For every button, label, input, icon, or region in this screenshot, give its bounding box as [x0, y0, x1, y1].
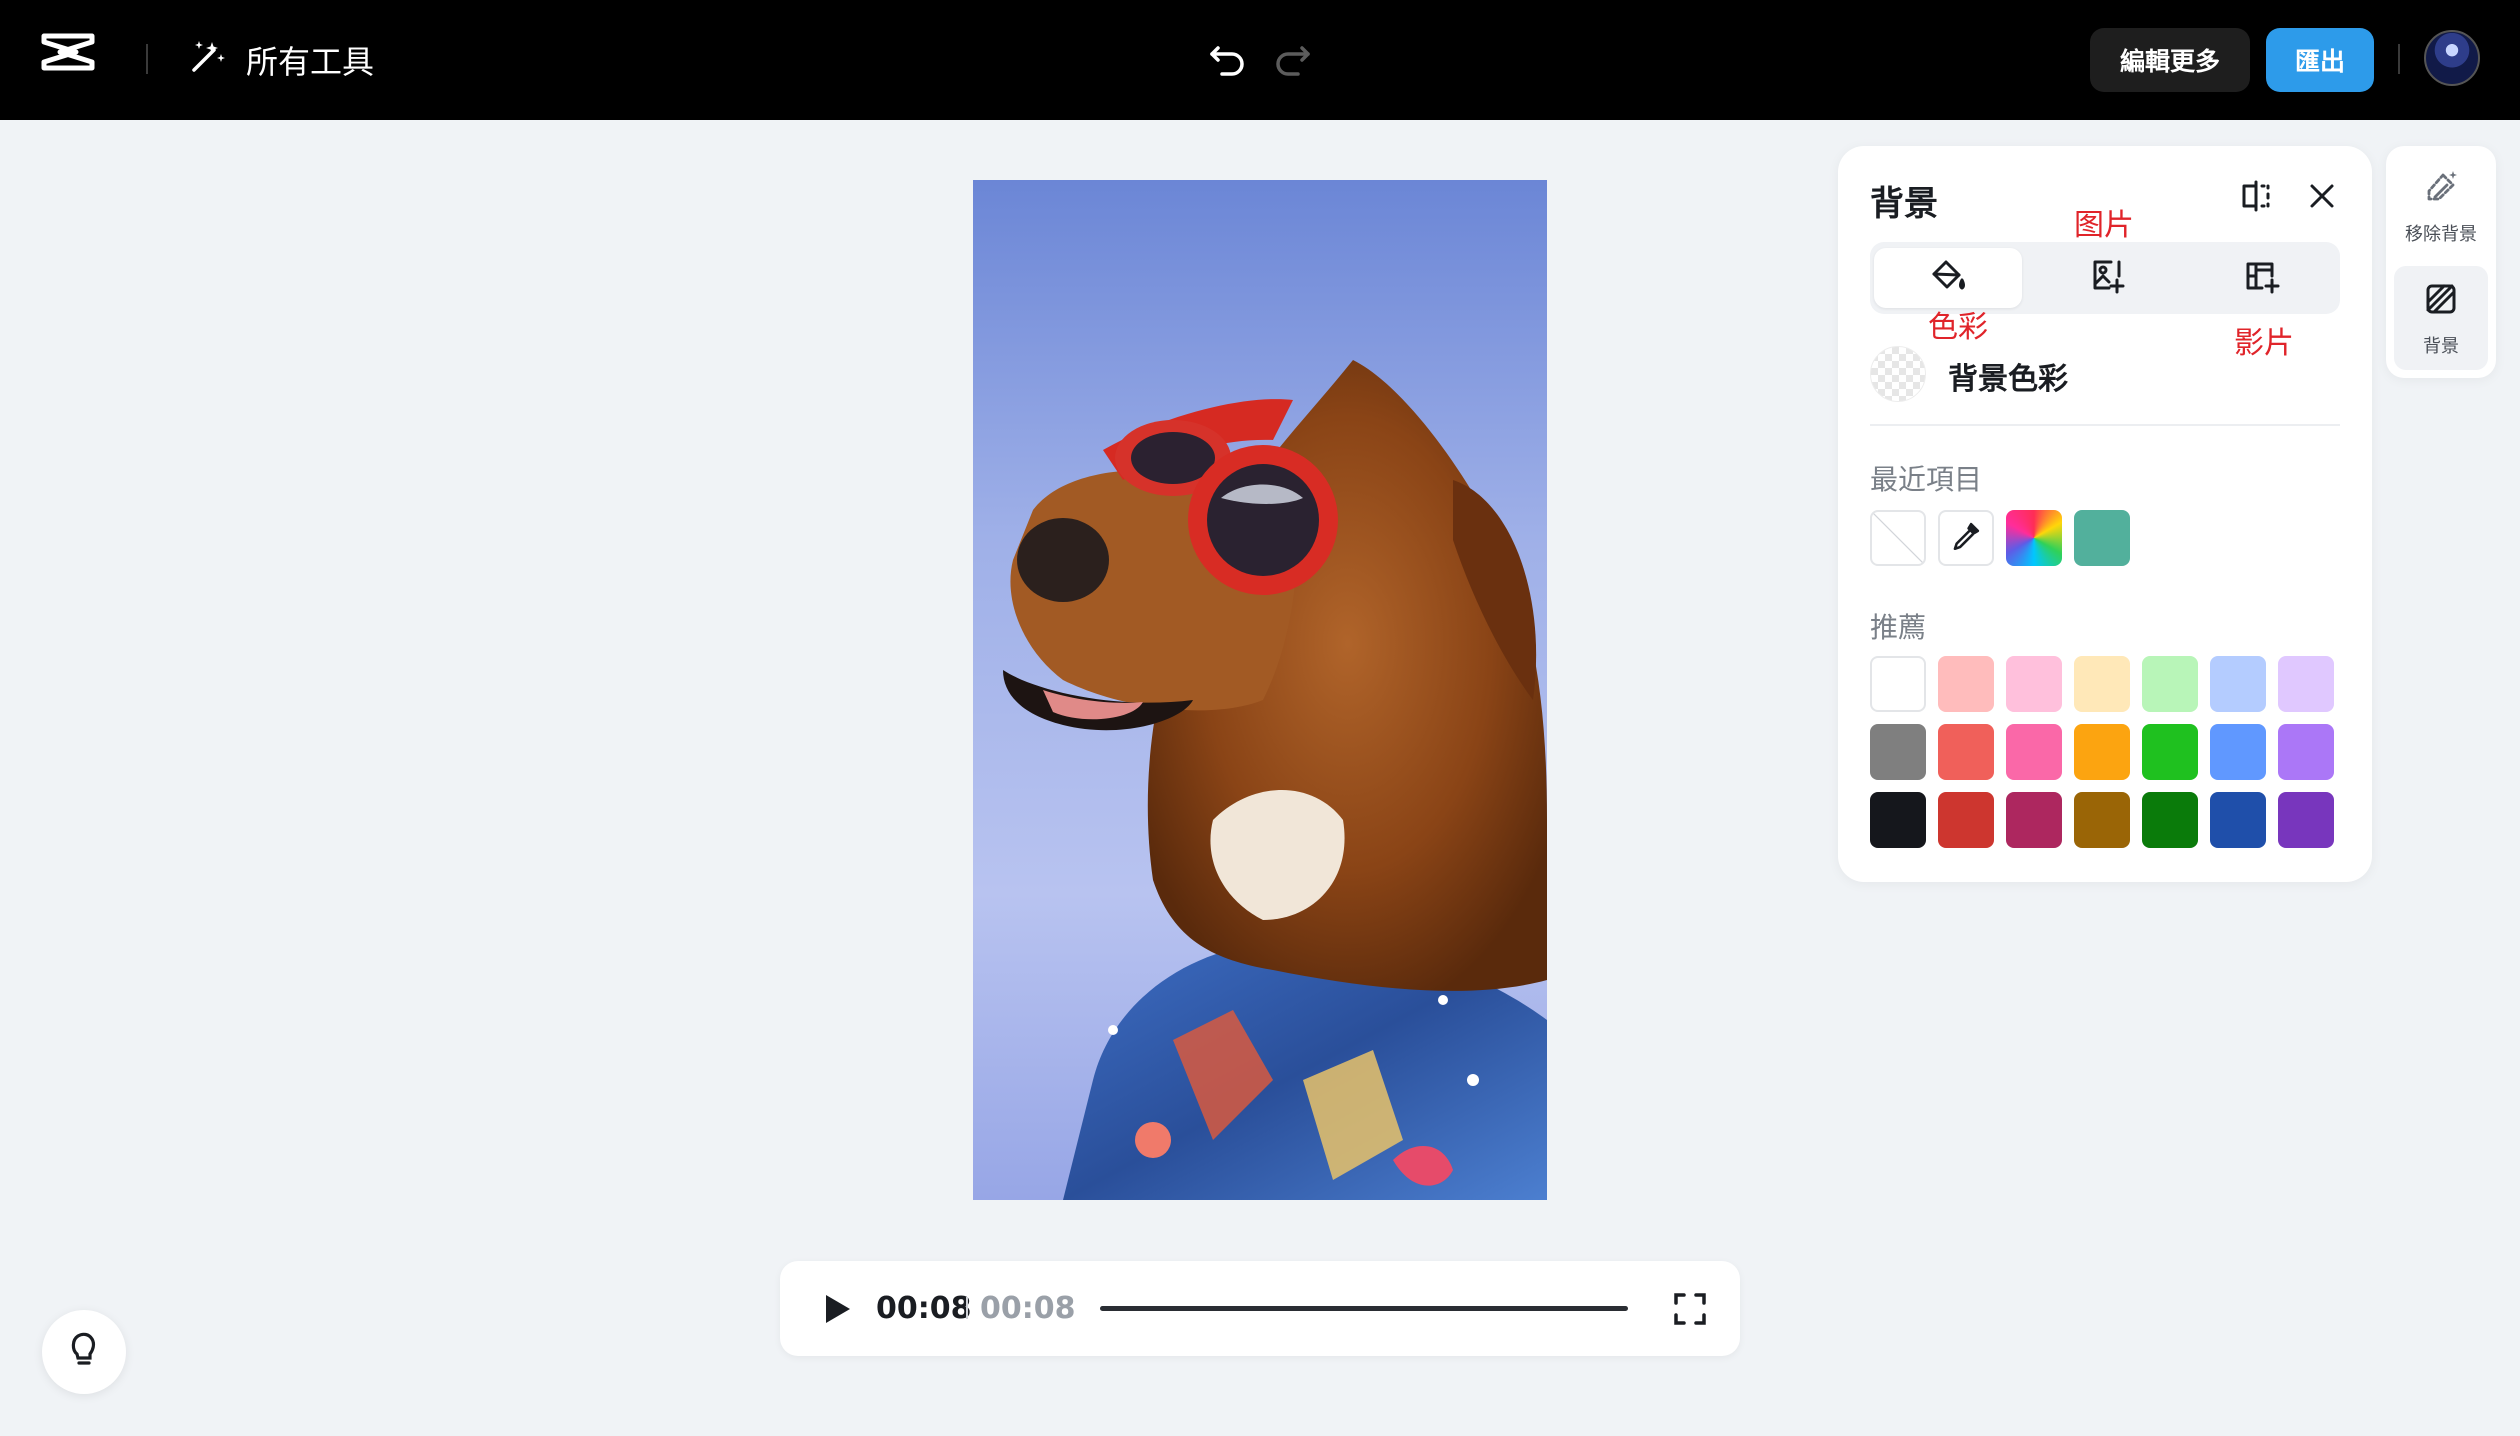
recommended-color-swatch[interactable]	[1938, 724, 1994, 780]
background-color-swatch[interactable]	[1870, 346, 1926, 402]
recommended-label: 推薦	[1870, 611, 1927, 644]
fullscreen-icon[interactable]	[1670, 1289, 1710, 1329]
recent-label: 最近項目	[1870, 463, 1983, 496]
current-time: 00:08	[876, 1291, 972, 1326]
recommended-color-swatch[interactable]	[2210, 724, 2266, 780]
recommended-color-swatch[interactable]	[2006, 792, 2062, 848]
recommended-color-swatch[interactable]	[2142, 792, 2198, 848]
remove-background-label: 移除背景	[2405, 223, 2477, 245]
top-bar: 所有工具 編輯更多 匯出	[0, 0, 2520, 120]
recommended-color-swatch[interactable]	[1870, 792, 1926, 848]
annotation-image-label: 图片	[2074, 208, 2134, 243]
tab-image[interactable]	[2034, 248, 2180, 308]
tab-color[interactable]	[1874, 248, 2022, 308]
divider	[1870, 424, 2340, 426]
background-icon	[2421, 279, 2461, 324]
tab-video[interactable]	[2188, 248, 2336, 308]
playback-progress-bar[interactable]	[1100, 1306, 1628, 1311]
annotation-color-label: 色彩	[1928, 310, 1988, 345]
time-divider	[966, 1297, 968, 1319]
recommended-color-swatch[interactable]	[2210, 792, 2266, 848]
edit-more-button[interactable]: 編輯更多	[2090, 28, 2250, 92]
recommended-color-swatch[interactable]	[2278, 656, 2334, 712]
all-tools-button[interactable]: 所有工具	[188, 36, 374, 84]
image-add-icon	[2087, 256, 2127, 300]
recent-color-swatch[interactable]	[2074, 510, 2130, 566]
eyedropper-icon	[1949, 519, 1983, 557]
background-color-label: 背景色彩	[1948, 362, 2068, 397]
playback-bar: 00:08 00:08	[780, 1261, 1740, 1356]
recommended-color-swatch[interactable]	[2074, 724, 2130, 780]
total-time: 00:08	[980, 1291, 1076, 1326]
paint-bucket-icon	[1928, 256, 1968, 300]
background-label: 背景	[2423, 335, 2459, 357]
magic-wand-icon	[188, 36, 228, 84]
recommended-color-swatch[interactable]	[1938, 792, 1994, 848]
undo-icon[interactable]	[1204, 32, 1252, 80]
close-icon[interactable]	[2302, 176, 2342, 216]
divider	[2398, 44, 2400, 74]
play-icon[interactable]	[816, 1289, 856, 1329]
background-panel: 背景 色彩 图片 影片 背景色彩 最近項目 推薦	[1838, 146, 2372, 882]
recommended-color-swatch[interactable]	[2006, 724, 2062, 780]
redo-icon[interactable]	[1268, 32, 1316, 80]
recommended-color-swatch[interactable]	[2074, 656, 2130, 712]
video-preview[interactable]	[973, 180, 1547, 1200]
capcut-logo-icon[interactable]	[40, 30, 96, 74]
all-tools-label: 所有工具	[246, 43, 375, 81]
recommended-color-swatch[interactable]	[2278, 792, 2334, 848]
properties-rail: 移除背景 背景	[2386, 146, 2496, 378]
recommended-color-swatch[interactable]	[2142, 656, 2198, 712]
lightbulb-icon	[64, 1330, 104, 1374]
panel-title: 背景	[1870, 184, 1938, 224]
annotation-video-label: 影片	[2234, 326, 2294, 361]
split-view-icon[interactable]	[2236, 176, 2276, 216]
no-color-swatch[interactable]	[1870, 510, 1926, 566]
recommended-color-swatch[interactable]	[2006, 656, 2062, 712]
export-button[interactable]: 匯出	[2266, 28, 2374, 92]
recommended-color-swatch[interactable]	[1870, 724, 1926, 780]
recommended-color-swatch[interactable]	[2278, 724, 2334, 780]
divider	[146, 44, 148, 74]
magic-eraser-icon	[2421, 167, 2461, 212]
recommended-color-swatch[interactable]	[2074, 792, 2130, 848]
film-add-icon	[2242, 256, 2282, 300]
remove-background-button[interactable]: 移除背景	[2394, 154, 2488, 258]
background-button[interactable]: 背景	[2394, 266, 2488, 370]
eyedropper-button[interactable]	[1938, 510, 1994, 566]
recommended-color-swatch[interactable]	[2210, 656, 2266, 712]
recommended-color-swatch[interactable]	[1870, 656, 1926, 712]
recommended-color-swatch[interactable]	[2142, 724, 2198, 780]
tips-button[interactable]	[42, 1310, 126, 1394]
recommended-color-swatch[interactable]	[1938, 656, 1994, 712]
rainbow-color-swatch[interactable]	[2006, 510, 2062, 566]
user-avatar[interactable]	[2424, 30, 2480, 86]
